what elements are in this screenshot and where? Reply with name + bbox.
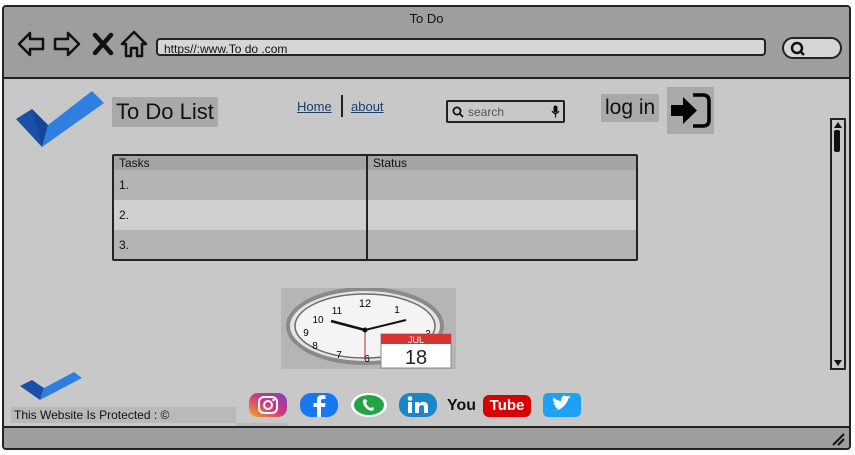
calendar-month: JUL	[408, 335, 424, 345]
search-icon	[452, 106, 464, 118]
browser-toolbar: To Do https//:www.To do .com	[4, 7, 849, 79]
clock-number: 11	[332, 306, 343, 317]
app-logo	[16, 91, 104, 147]
clock-number: 7	[336, 350, 342, 361]
copyright-notice: This Website Is Protected : ©	[11, 407, 236, 423]
page-title: To Do List	[112, 97, 218, 127]
table-row[interactable]: 1.	[114, 170, 636, 200]
facebook-icon[interactable]	[298, 391, 340, 419]
arrow-right-icon[interactable]	[52, 29, 82, 59]
login-button[interactable]	[667, 87, 714, 134]
calendar-day: 18	[405, 347, 427, 369]
youtube-you-text: You	[447, 397, 477, 414]
nav-divider	[341, 95, 343, 117]
clock-number: 12	[359, 298, 371, 310]
table-column-divider	[366, 156, 368, 259]
whatsapp-icon[interactable]	[348, 391, 390, 419]
youtube-tube-text: Tube	[483, 395, 531, 417]
microphone-icon[interactable]	[551, 105, 560, 118]
close-icon[interactable]	[92, 29, 114, 59]
clock-number: 8	[312, 341, 318, 352]
task-cell: 3.	[119, 238, 130, 252]
search-input[interactable]	[468, 104, 548, 120]
tasks-table: Tasks Status 1. 2. 3.	[112, 154, 638, 261]
twitter-icon[interactable]	[541, 391, 583, 419]
linkedin-icon[interactable]	[397, 391, 439, 419]
clock-calendar-image: 12 1 3 6 7 8 9 10 11 JUL 18	[281, 287, 456, 369]
vertical-scrollbar[interactable]	[830, 118, 846, 370]
table-row[interactable]: 2.	[114, 200, 636, 230]
address-bar[interactable]: https//:www.To do .com	[156, 38, 766, 56]
scrollbar-thumb[interactable]	[834, 130, 840, 152]
window-title: To Do	[409, 11, 444, 26]
table-header-status: Status	[368, 156, 636, 170]
task-cell: 2.	[119, 208, 130, 222]
clock-number: 9	[303, 328, 309, 339]
table-row[interactable]: 3.	[114, 230, 636, 259]
nav-about-link[interactable]: about	[351, 99, 384, 114]
resize-grip-icon[interactable]	[831, 432, 845, 446]
browser-window: To Do https//:www.To do .com To Do List …	[2, 5, 851, 450]
footer-logo	[20, 372, 82, 400]
login-link[interactable]: log in	[601, 94, 660, 122]
clock-number: 10	[312, 315, 324, 326]
arrow-left-icon[interactable]	[16, 29, 46, 59]
search-box[interactable]	[446, 100, 565, 123]
scroll-up-arrow-icon[interactable]	[833, 121, 843, 129]
search-icon	[790, 41, 805, 56]
nav-home-link[interactable]: Home	[297, 99, 332, 114]
login-icon	[671, 93, 711, 128]
calendar-icon: JUL 18	[380, 333, 452, 369]
clock-icon: 12 1 3 6 7 8 9 10 11 JUL 18	[286, 287, 452, 369]
home-icon[interactable]	[119, 29, 149, 59]
table-header-tasks: Tasks	[114, 156, 366, 170]
scroll-down-arrow-icon[interactable]	[833, 359, 843, 367]
clock-number: 1	[394, 305, 400, 316]
task-cell: 1.	[119, 178, 130, 192]
browser-search-field[interactable]	[782, 37, 842, 59]
instagram-icon[interactable]	[247, 391, 289, 419]
status-bar	[4, 426, 849, 448]
youtube-icon[interactable]: You Tube	[447, 395, 533, 419]
